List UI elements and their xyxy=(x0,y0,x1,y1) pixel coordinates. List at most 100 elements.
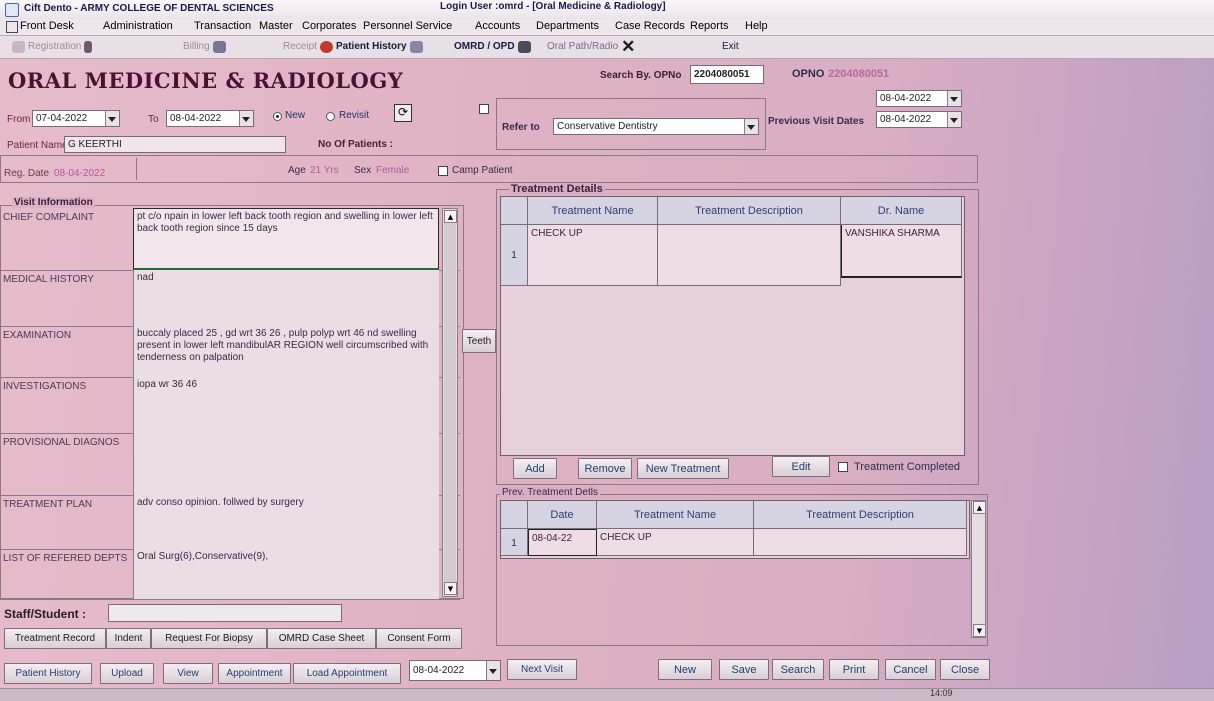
title-bar: Cift Dento - ARMY COLLEGE OF DENTAL SCIE… xyxy=(0,0,1214,20)
upload-button[interactable]: Upload xyxy=(100,663,154,684)
registration-tool[interactable]: Registration xyxy=(12,39,93,54)
visit-row-label: EXAMINATION xyxy=(3,330,72,341)
print-button[interactable]: Print xyxy=(829,659,879,680)
save-button[interactable]: Save xyxy=(719,659,769,680)
previous-visit-value: 08-04-2022 xyxy=(880,114,932,125)
to-date-picker[interactable]: 08-04-2022 xyxy=(166,110,254,127)
refer-to-label: Refer to xyxy=(502,122,540,133)
search-opno-input[interactable]: 2204080051 xyxy=(690,65,764,84)
visit-row-label: MEDICAL HISTORY xyxy=(3,274,94,285)
menu-help[interactable]: Help xyxy=(745,20,768,32)
visit-row-label: INVESTIGATIONS xyxy=(3,381,87,392)
patient-history-tool[interactable]: Patient History xyxy=(336,39,423,54)
appointment-date-select[interactable]: 08-04-2022 xyxy=(409,660,501,681)
patient-name-input[interactable]: G KEERTHI xyxy=(64,136,286,153)
visit-row-text[interactable]: adv conso opinion. follwed by surgery xyxy=(133,495,439,549)
load-appointment-button[interactable]: Load Appointment xyxy=(293,663,401,684)
receipt-tool[interactable]: Receipt xyxy=(283,39,333,54)
omrd-case-sheet-button[interactable]: OMRD Case Sheet xyxy=(267,628,376,649)
treatment-row-doctor[interactable]: VANSHIKA SHARMA xyxy=(841,225,962,278)
billing-tool[interactable]: Billing xyxy=(183,39,226,54)
treatment-record-button[interactable]: Treatment Record xyxy=(4,628,106,649)
billing-label: Billing xyxy=(183,41,210,52)
teeth-button[interactable]: Teeth xyxy=(462,329,496,353)
visit-row-text[interactable] xyxy=(133,433,439,495)
visit-row-text[interactable]: Oral Surg(6),Conservative(9), xyxy=(133,549,439,599)
add-button[interactable]: Add xyxy=(513,458,557,479)
visit-row-text[interactable]: iopa wr 36 46 xyxy=(133,377,439,433)
request-biopsy-button[interactable]: Request For Biopsy xyxy=(151,628,267,649)
revisit-radio[interactable] xyxy=(326,112,335,121)
new-radio[interactable] xyxy=(273,112,282,121)
prev-scrollbar[interactable]: ▲ ▼ xyxy=(971,500,986,638)
consent-form-button[interactable]: Consent Form xyxy=(376,628,462,649)
appointment-button[interactable]: Appointment xyxy=(218,663,291,684)
from-date-picker[interactable]: 07-04-2022 xyxy=(32,110,120,127)
treatment-row-name[interactable]: CHECK UP xyxy=(528,225,658,286)
exit-tool[interactable]: Exit xyxy=(722,39,739,54)
next-visit-button[interactable]: Next Visit xyxy=(507,659,577,680)
patient-history-button[interactable]: Patient History xyxy=(4,663,92,684)
remove-button[interactable]: Remove xyxy=(578,458,632,479)
prev-row-description[interactable] xyxy=(754,529,967,556)
reg-date-divider xyxy=(136,158,137,180)
scroll-down-icon[interactable]: ▼ xyxy=(973,624,986,637)
registration-icon xyxy=(12,40,25,53)
new-radio-label: New xyxy=(285,110,306,121)
appointment-date-value: 08-04-2022 xyxy=(413,665,465,676)
edit-button[interactable]: Edit xyxy=(772,456,830,477)
omrd-opd-tool[interactable]: OMRD / OPD xyxy=(454,39,531,54)
chevron-down-icon xyxy=(747,124,755,130)
close-x-icon[interactable]: ✕ xyxy=(621,38,635,55)
cancel-button[interactable]: Cancel xyxy=(885,659,936,680)
login-user: Login User :omrd - [Oral Medicine & Radi… xyxy=(440,1,666,12)
prev-row-name[interactable]: CHECK UP xyxy=(597,529,754,556)
menu-personnel-service[interactable]: Personnel Service xyxy=(363,20,452,32)
previous-visit-dates-label: Previous Visit Dates xyxy=(768,116,864,127)
treatment-details-title: Treatment Details xyxy=(509,183,605,195)
from-date-value: 07-04-2022 xyxy=(36,113,88,124)
staff-student-input[interactable] xyxy=(108,604,342,622)
app-icon xyxy=(5,3,19,17)
visit-row-text[interactable]: buccaly placed 25 , gd wrt 36 26 , pulp … xyxy=(133,326,439,377)
menu-accounts[interactable]: Accounts xyxy=(475,20,520,32)
scroll-up-icon[interactable]: ▲ xyxy=(444,210,457,223)
menu-corporates[interactable]: Corporates xyxy=(302,20,356,32)
visit-date-select[interactable]: 08-04-2022 xyxy=(876,90,962,107)
misc-checkbox[interactable] xyxy=(479,104,489,114)
visit-row-label: LIST OF REFERED DEPTS xyxy=(3,553,128,564)
close-button[interactable]: Close xyxy=(940,659,990,680)
menu-front-desk[interactable]: Front Desk xyxy=(20,20,74,32)
scroll-up-icon[interactable]: ▲ xyxy=(973,501,986,514)
visit-row: TREATMENT PLAN adv conso opinion. follwed… xyxy=(0,495,460,550)
menu-administration[interactable]: Administration xyxy=(103,20,173,32)
search-button[interactable]: Search xyxy=(772,659,824,680)
menu-reports[interactable]: Reports xyxy=(690,20,729,32)
new-button[interactable]: New xyxy=(658,659,712,680)
patient-history-label: Patient History xyxy=(336,41,407,52)
prev-row-number[interactable]: 1 xyxy=(501,529,528,556)
menu-transaction[interactable]: Transaction xyxy=(194,20,251,32)
visit-row-text[interactable]: pt c/o npain in lower left back tooth re… xyxy=(133,208,439,270)
visit-row: CHIEF COMPLAINT pt c/o npain in lower lef… xyxy=(0,208,460,271)
previous-visit-select[interactable]: 08-04-2022 xyxy=(876,111,962,128)
visit-scrollbar[interactable]: ▲ ▼ xyxy=(442,208,458,597)
new-treatment-button[interactable]: New Treatment xyxy=(637,458,729,479)
camp-patient-checkbox[interactable] xyxy=(438,166,448,176)
prev-row-date[interactable]: 08-04-22 xyxy=(528,529,597,556)
visit-row-text[interactable]: nad xyxy=(133,270,439,326)
refresh-icon[interactable]: ⟳ xyxy=(394,104,412,122)
treatment-completed-checkbox[interactable] xyxy=(838,462,848,472)
oral-path-tool[interactable]: Oral Path/Radio ✕ xyxy=(547,38,635,55)
treatment-row-description[interactable] xyxy=(658,225,841,286)
view-button[interactable]: View xyxy=(163,663,213,684)
billing-icon xyxy=(212,40,226,53)
indent-button[interactable]: Indent xyxy=(106,628,151,649)
menu-case-records[interactable]: Case Records xyxy=(615,20,685,32)
refer-to-select[interactable]: Conservative Dentistry xyxy=(553,118,759,135)
menu-master[interactable]: Master xyxy=(259,20,293,32)
treatment-row-number[interactable]: 1 xyxy=(501,225,528,286)
scroll-thumb[interactable] xyxy=(444,223,456,583)
menu-departments[interactable]: Departments xyxy=(536,20,599,32)
scroll-down-icon[interactable]: ▼ xyxy=(444,582,457,595)
